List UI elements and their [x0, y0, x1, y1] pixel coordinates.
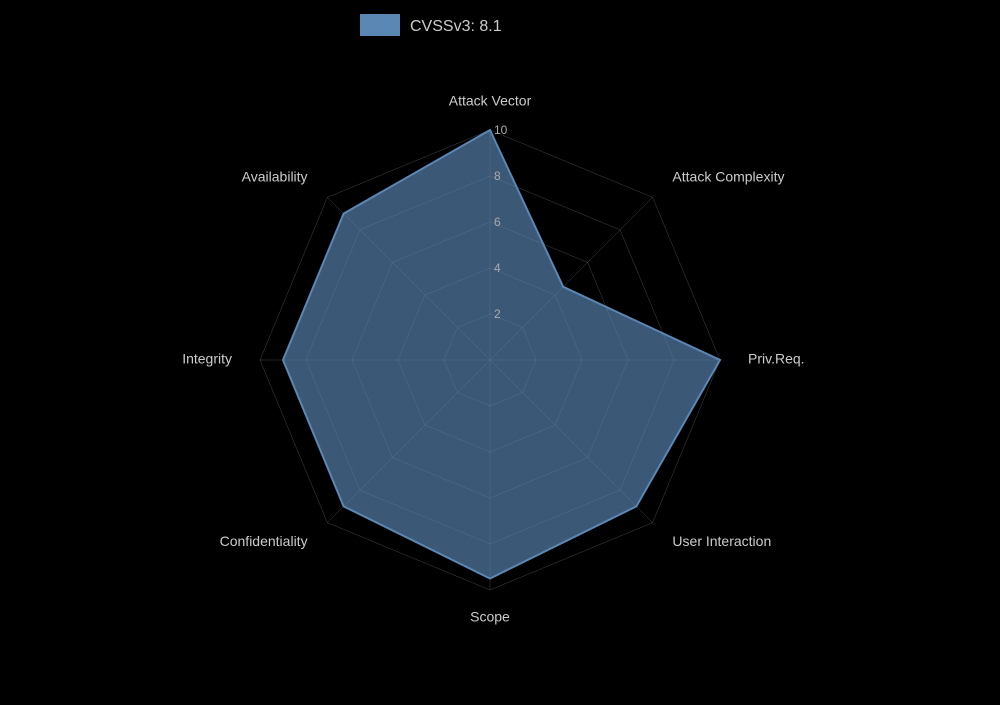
- svg-text:2: 2: [494, 307, 501, 321]
- chart-container: Attack Vector Attack Complexity Priv.Req. U…: [0, 0, 1000, 700]
- svg-text:Availability: Availability: [242, 168, 308, 184]
- svg-text:8: 8: [494, 169, 501, 183]
- svg-text:Attack Vector: Attack Vector: [449, 93, 532, 109]
- svg-text:4: 4: [494, 261, 501, 275]
- svg-text:Priv.Req.: Priv.Req.: [748, 351, 805, 367]
- svg-text:10: 10: [494, 123, 508, 137]
- svg-text:Scope: Scope: [470, 609, 510, 625]
- svg-text:Attack Complexity: Attack Complexity: [672, 168, 784, 184]
- svg-text:User Interaction: User Interaction: [672, 533, 771, 549]
- svg-text:CVSSv3: 8.1: CVSSv3: 8.1: [410, 18, 502, 35]
- svg-text:6: 6: [494, 215, 501, 229]
- svg-text:Confidentiality: Confidentiality: [220, 533, 308, 549]
- radar-chart: Attack Vector Attack Complexity Priv.Req. U…: [0, 0, 1000, 700]
- svg-text:Integrity: Integrity: [182, 351, 232, 367]
